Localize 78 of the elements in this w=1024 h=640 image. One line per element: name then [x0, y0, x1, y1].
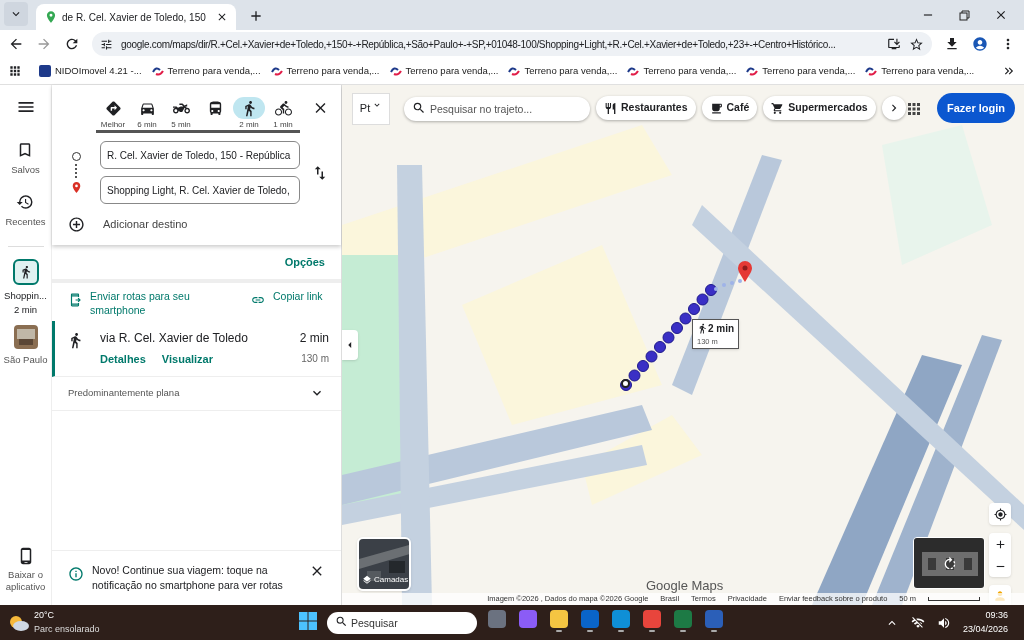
- route-duration: 2 min: [299, 330, 329, 347]
- start-icon[interactable]: [298, 611, 318, 631]
- add-destination-link[interactable]: Adicionar destino: [103, 216, 188, 233]
- swirl-icon: [389, 66, 402, 76]
- profile-icon[interactable]: [972, 36, 988, 52]
- travel-mode-tab[interactable]: 6 min: [130, 97, 164, 130]
- new-tab-icon[interactable]: [248, 8, 264, 24]
- download-icon[interactable]: [944, 36, 960, 52]
- options-link[interactable]: Opções: [284, 253, 325, 271]
- send-to-phone-link[interactable]: Enviar rotas para seu smartphone: [90, 289, 200, 317]
- swirl-icon: [746, 66, 759, 76]
- app-icon[interactable]: [550, 610, 568, 628]
- app-icon[interactable]: [488, 610, 506, 628]
- weather-icon: [8, 613, 30, 632]
- travel-mode-tab[interactable]: 1 min: [266, 97, 300, 130]
- browser-tab[interactable]: de R. Cel. Xavier de Toledo, 150: [36, 4, 236, 30]
- app-icon[interactable]: [612, 610, 630, 628]
- notice-text: Novo! Continue sua viagem: toque na notificação no smartphone para ver rotas: [92, 563, 284, 593]
- temperature: 20°C: [34, 609, 56, 622]
- bookmark-link[interactable]: Terreno para venda,...: [881, 63, 975, 79]
- route-distance: 130 m: [301, 352, 329, 366]
- route-name: via R. Cel. Xavier de Toledo: [100, 330, 248, 347]
- swirl-icon: [151, 66, 164, 76]
- info-icon: [68, 566, 84, 582]
- trip-time: 2 min: [13, 302, 38, 317]
- weather-text: Parc ensolarado: [34, 622, 100, 636]
- search-icon: [335, 615, 348, 628]
- bookmark-link[interactable]: Terreno para venda,...: [286, 63, 380, 79]
- n-logo-icon: [39, 65, 51, 77]
- bookmark-link[interactable]: Terreno para venda,...: [643, 63, 737, 79]
- travel-mode-tab[interactable]: Melhor: [96, 97, 130, 130]
- bookmark-link[interactable]: Terreno para venda,...: [524, 63, 618, 79]
- apps-icon[interactable]: [8, 64, 22, 78]
- star-icon[interactable]: [909, 36, 924, 52]
- close-icon[interactable]: [216, 11, 228, 23]
- route-link[interactable]: Detalhes: [100, 351, 146, 368]
- map-pin-icon: [44, 10, 58, 24]
- bookmark-link[interactable]: Terreno para venda,...: [167, 63, 261, 79]
- swirl-icon: [627, 66, 640, 76]
- bookmark-link[interactable]: NIDOImovel 4.21 -...: [55, 63, 142, 79]
- restore-icon[interactable]: [959, 9, 970, 21]
- reload-icon[interactable]: [64, 36, 80, 52]
- swirl-icon: [270, 66, 283, 76]
- place-label[interactable]: São Paulo: [3, 353, 48, 368]
- close-icon[interactable]: [994, 8, 1008, 22]
- bookmark-link[interactable]: Terreno para venda,...: [762, 63, 856, 79]
- add-icon[interactable]: [68, 216, 85, 233]
- tab-title: de R. Cel. Xavier de Toledo, 150: [62, 10, 207, 25]
- recent-trip-button[interactable]: [12, 258, 39, 285]
- clock-date: 23/04/2026: [962, 622, 1008, 636]
- bookmark-link[interactable]: Terreno para venda,...: [405, 63, 499, 79]
- site-settings-icon[interactable]: [100, 37, 113, 51]
- app-icon[interactable]: [519, 610, 537, 628]
- rail-label[interactable]: Salvos: [11, 163, 40, 178]
- install-icon[interactable]: [887, 37, 901, 51]
- url-text: google.com/maps/dir/R.+Cel.+Xavier+de+Toledo,+150+-+República,+São+Paulo+-+SP,+01048-100/Shopping+Light,+R.+Cel.+Xavier+de+Toledo,+23+-+Centro+Histórico...: [121, 37, 837, 52]
- swirl-icon: [865, 66, 878, 76]
- back-icon[interactable]: [8, 36, 24, 52]
- download-app-label[interactable]: Baixar o aplicativo: [1, 569, 50, 593]
- rail-label[interactable]: Recentes: [5, 215, 46, 230]
- swirl-icon: [508, 66, 521, 76]
- taskbar-search-field[interactable]: Pesquisar: [327, 612, 477, 634]
- destination-field[interactable]: Shopping Light, R. Cel. Xavier de Toledo,: [100, 176, 300, 204]
- bicycle-icon: [274, 99, 292, 117]
- clock-time: 09:36: [985, 609, 1008, 622]
- trip-title: Shoppin...: [4, 288, 47, 303]
- history-icon[interactable]: [16, 193, 35, 212]
- route-link[interactable]: Visualizar: [161, 351, 214, 368]
- origin-field[interactable]: R. Cel. Xavier de Toledo, 150 - República: [100, 141, 300, 169]
- terrain-text: Predominantemente plana: [68, 385, 180, 400]
- directions-icon: [104, 99, 122, 117]
- travel-mode-tab[interactable]: 5 min: [164, 97, 198, 130]
- app-icon[interactable]: [643, 610, 661, 628]
- send-to-phone-icon: [68, 293, 82, 307]
- volume-icon[interactable]: [936, 615, 951, 630]
- network-icon[interactable]: [910, 615, 925, 630]
- copy-link[interactable]: Copiar link: [273, 289, 325, 303]
- address-bar[interactable]: google.com/maps/dir/R.+Cel.+Xavier+de+Toledo,+150+-+República,+São+Paulo+-+SP,+01048-100/Shopping+Light,+R.+Cel.+Xavier+de+Toledo,+23+-+Centro+Histórico...: [92, 32, 932, 56]
